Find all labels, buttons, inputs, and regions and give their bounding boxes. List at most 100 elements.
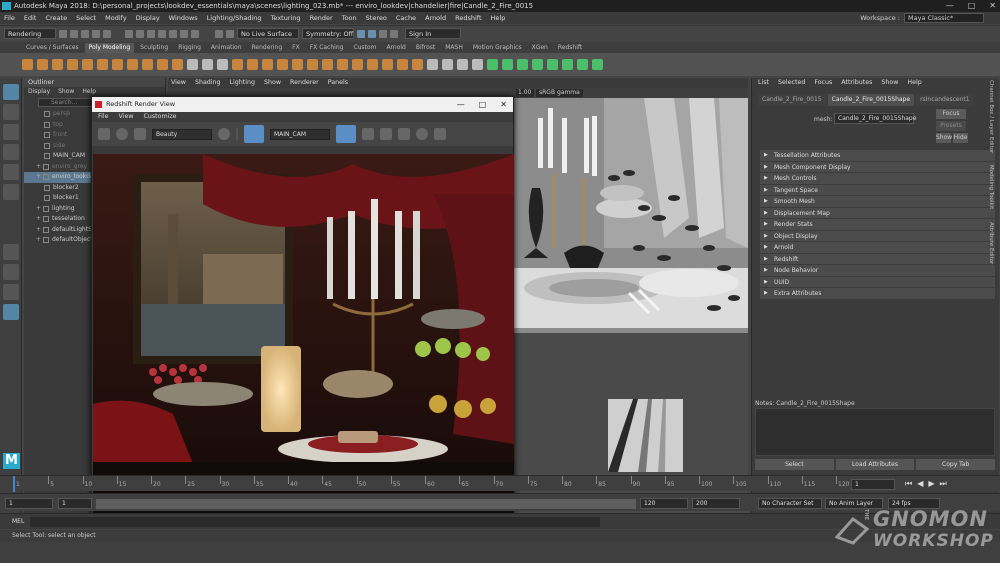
- combine-icon[interactable]: [202, 59, 213, 70]
- lasso-tool-icon[interactable]: [3, 104, 19, 120]
- viewport-menu-show[interactable]: Show: [264, 78, 281, 88]
- shelf-tab-rendering[interactable]: Rendering: [248, 43, 287, 53]
- current-frame-marker[interactable]: [13, 476, 15, 492]
- expand-icon[interactable]: +: [36, 172, 43, 183]
- ae-tab-transform[interactable]: Candle_2_Fire_0015: [758, 94, 826, 106]
- viewport-menu-shading[interactable]: Shading: [195, 78, 221, 88]
- stop-icon[interactable]: [134, 128, 146, 140]
- shelf-tab-mash[interactable]: MASH: [441, 43, 467, 53]
- expand-icon[interactable]: +: [36, 162, 43, 173]
- color-picker-icon[interactable]: [218, 128, 230, 140]
- step-back-icon[interactable]: ◀: [917, 479, 923, 489]
- menu-edit[interactable]: Edit: [24, 14, 37, 22]
- uv-automatic-icon[interactable]: [532, 59, 543, 70]
- menu-cache[interactable]: Cache: [396, 14, 416, 22]
- poly-pipe-icon[interactable]: [157, 59, 168, 70]
- shelf-tab-fx[interactable]: FX: [288, 43, 304, 53]
- ae-menu-list[interactable]: List: [758, 78, 769, 88]
- menu-modify[interactable]: Modify: [105, 14, 127, 22]
- snap-point-icon[interactable]: [180, 29, 188, 38]
- render-region-icon[interactable]: [336, 125, 356, 143]
- insert-edge-loop-icon[interactable]: [367, 59, 378, 70]
- pin-icon[interactable]: [427, 59, 438, 70]
- color-space-dropdown[interactable]: sRGB gamma: [536, 89, 583, 97]
- select-tool-icon[interactable]: [3, 84, 19, 100]
- ae-menu-attributes[interactable]: Attributes: [841, 78, 872, 88]
- grid-icon[interactable]: [380, 128, 392, 140]
- shelf-tab-curves-surfaces[interactable]: Curves / Surfaces: [22, 43, 83, 53]
- slide-edge-icon[interactable]: [442, 59, 453, 70]
- expand-icon[interactable]: +: [36, 225, 43, 236]
- attribute-section[interactable]: Mesh Controls: [760, 173, 995, 185]
- outliner-menu-show[interactable]: Show: [58, 87, 74, 97]
- attribute-section[interactable]: Tessellation Attributes: [760, 150, 995, 162]
- copy-tab-button[interactable]: Copy Tab: [916, 459, 996, 470]
- mel-input[interactable]: [30, 517, 600, 527]
- camera-lock-icon[interactable]: [244, 125, 264, 143]
- mel-label[interactable]: MEL: [12, 518, 24, 525]
- shelf-tab-custom[interactable]: Custom: [349, 43, 380, 53]
- render-frame-icon[interactable]: [357, 29, 365, 38]
- uv-unfold-icon[interactable]: [577, 59, 588, 70]
- side-by-side-layout-icon[interactable]: [3, 284, 19, 300]
- viewport-menu-panels[interactable]: Panels: [328, 78, 348, 88]
- poly-plane-icon[interactable]: [97, 59, 108, 70]
- time-slider[interactable]: 1 5 10 15 20 25 30 35 40 45 50 55 60 65 70 75 80 85 90 95 10…: [0, 475, 1000, 492]
- ae-menu-focus[interactable]: Focus: [814, 78, 832, 88]
- paint-select-tool-icon[interactable]: [3, 124, 19, 140]
- menu-file[interactable]: File: [4, 14, 15, 22]
- shelf-tab-xgen[interactable]: XGen: [528, 43, 552, 53]
- gamma-value-field[interactable]: 1.00: [516, 89, 534, 97]
- menu-render[interactable]: Render: [310, 14, 333, 22]
- aov-dropdown[interactable]: Beauty: [152, 128, 212, 140]
- poly-cube-icon[interactable]: [37, 59, 48, 70]
- side-tab-modeling-toolkit[interactable]: Modeling Toolkit: [988, 165, 994, 209]
- render-view-close-button[interactable]: ✕: [500, 97, 507, 112]
- snap-curve-icon[interactable]: [169, 29, 177, 38]
- crease-icon[interactable]: [457, 59, 468, 70]
- platonic-solid-icon[interactable]: [127, 59, 138, 70]
- uv-planar-icon[interactable]: [487, 59, 498, 70]
- bevel-icon[interactable]: [307, 59, 318, 70]
- ipr-render-icon[interactable]: [368, 29, 376, 38]
- render-view-menu-customize[interactable]: Customize: [144, 112, 177, 122]
- ae-menu-show[interactable]: Show: [881, 78, 898, 88]
- render-settings-icon[interactable]: [379, 29, 387, 38]
- offset-edge-loop-icon[interactable]: [382, 59, 393, 70]
- end-time-field[interactable]: 200: [692, 498, 740, 509]
- menu-stereo[interactable]: Stereo: [366, 14, 387, 22]
- ae-tab-material[interactable]: rsIncandescent1: [916, 94, 974, 106]
- side-tab-channel-box[interactable]: Channel Box / Layer Editor: [988, 80, 994, 153]
- select-component-icon[interactable]: [147, 29, 155, 38]
- attribute-section[interactable]: Displacement Map: [760, 207, 995, 219]
- menu-set-dropdown[interactable]: Rendering: [4, 28, 56, 39]
- rotate-tool-icon[interactable]: [3, 164, 19, 180]
- focus-button[interactable]: Focus: [936, 109, 966, 119]
- render-view-minimize-button[interactable]: —: [457, 97, 465, 112]
- poly-disc-icon[interactable]: [112, 59, 123, 70]
- select-button[interactable]: Select: [755, 459, 834, 470]
- smooth-icon[interactable]: [232, 59, 243, 70]
- poly-cylinder-icon[interactable]: [52, 59, 63, 70]
- menu-windows[interactable]: Windows: [169, 14, 198, 22]
- open-scene-icon[interactable]: [70, 29, 78, 38]
- attribute-section[interactable]: Render Stats: [760, 219, 995, 231]
- outliner-menu-display[interactable]: Display: [28, 87, 50, 97]
- menu-create[interactable]: Create: [45, 14, 67, 22]
- load-attributes-button[interactable]: Load Attributes: [835, 459, 915, 470]
- play-icon[interactable]: [116, 128, 128, 140]
- symmetry-dropdown[interactable]: Symmetry: Off: [302, 28, 354, 39]
- close-button[interactable]: ✕: [989, 0, 996, 12]
- attribute-section[interactable]: Object Display: [760, 230, 995, 242]
- snap-grid-icon[interactable]: [158, 29, 166, 38]
- four-pane-layout-icon[interactable]: [3, 264, 19, 280]
- shelf-tab-motion-graphics[interactable]: Motion Graphics: [469, 43, 526, 53]
- undo-icon[interactable]: [92, 29, 100, 38]
- uv-layout-icon[interactable]: [562, 59, 573, 70]
- ae-menu-selected[interactable]: Selected: [778, 78, 805, 88]
- construction-history-icon[interactable]: [226, 29, 234, 38]
- poly-torus-icon[interactable]: [82, 59, 93, 70]
- range-bar[interactable]: [96, 499, 636, 509]
- append-polygon-icon[interactable]: [337, 59, 348, 70]
- menu-texturing[interactable]: Texturing: [271, 14, 301, 22]
